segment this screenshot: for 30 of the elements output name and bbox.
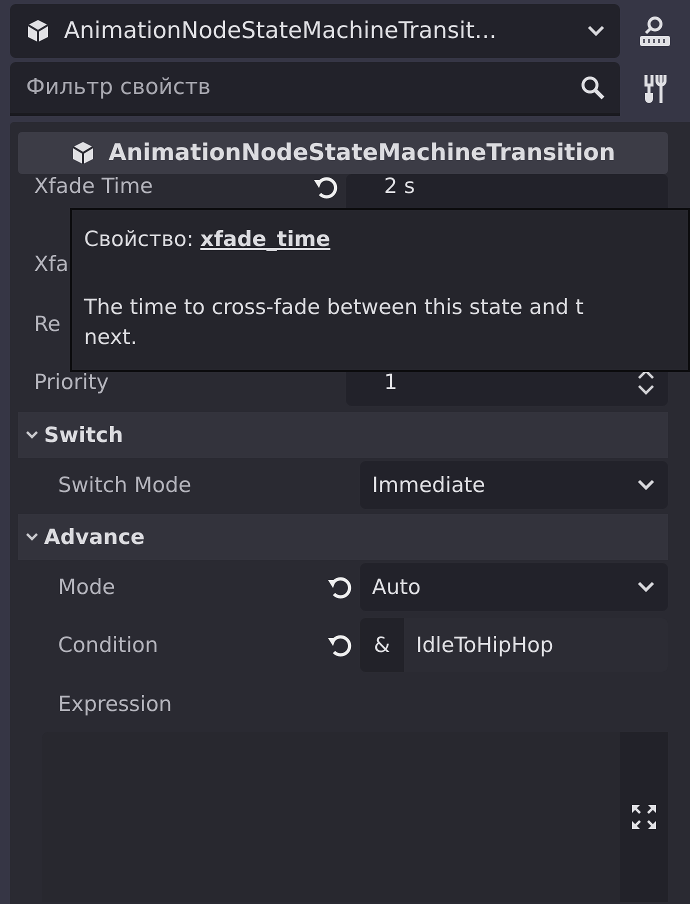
tooltip-description: The time to cross-fade between this state and t next.: [84, 294, 585, 351]
section-header[interactable]: Switch: [18, 412, 668, 458]
object-selector[interactable]: AnimationNodeStateMachineTransit...: [10, 4, 620, 58]
property-label: Condition: [57, 633, 158, 657]
filter-field[interactable]: Фильтр свойств: [10, 62, 620, 116]
search-icon: [580, 74, 606, 100]
tools-icon[interactable]: [642, 73, 668, 105]
property-label: Xfade Time: [33, 174, 153, 198]
cube-icon: [70, 141, 95, 165]
tooltip-title: Свойство: xfade_time: [84, 226, 332, 253]
expand-icon: [630, 803, 658, 831]
dropdown[interactable]: Immediate: [360, 461, 668, 509]
property-label: Xfa: [33, 252, 69, 276]
revert-icon[interactable]: [326, 574, 352, 600]
property-label: Switch Mode: [57, 473, 192, 497]
property-label: Expression: [57, 692, 172, 716]
property-label: Re: [33, 312, 61, 336]
section-header[interactable]: Advance: [18, 514, 668, 560]
expand-button[interactable]: [620, 732, 668, 902]
filter-input[interactable]: Фильтр свойств: [24, 74, 580, 101]
condition-field[interactable]: IdleToHipHop: [404, 618, 668, 672]
ampersand-label: &: [372, 632, 392, 659]
dropdown[interactable]: Auto: [360, 563, 668, 611]
property-label: Priority: [33, 370, 109, 394]
class-title: AnimationNodeStateMachineTransition: [108, 140, 616, 166]
doc-search-icon[interactable]: [638, 14, 672, 48]
cube-icon: [26, 19, 50, 43]
revert-icon[interactable]: [312, 174, 338, 200]
revert-icon[interactable]: [326, 632, 352, 658]
property-label: Mode: [57, 575, 116, 599]
